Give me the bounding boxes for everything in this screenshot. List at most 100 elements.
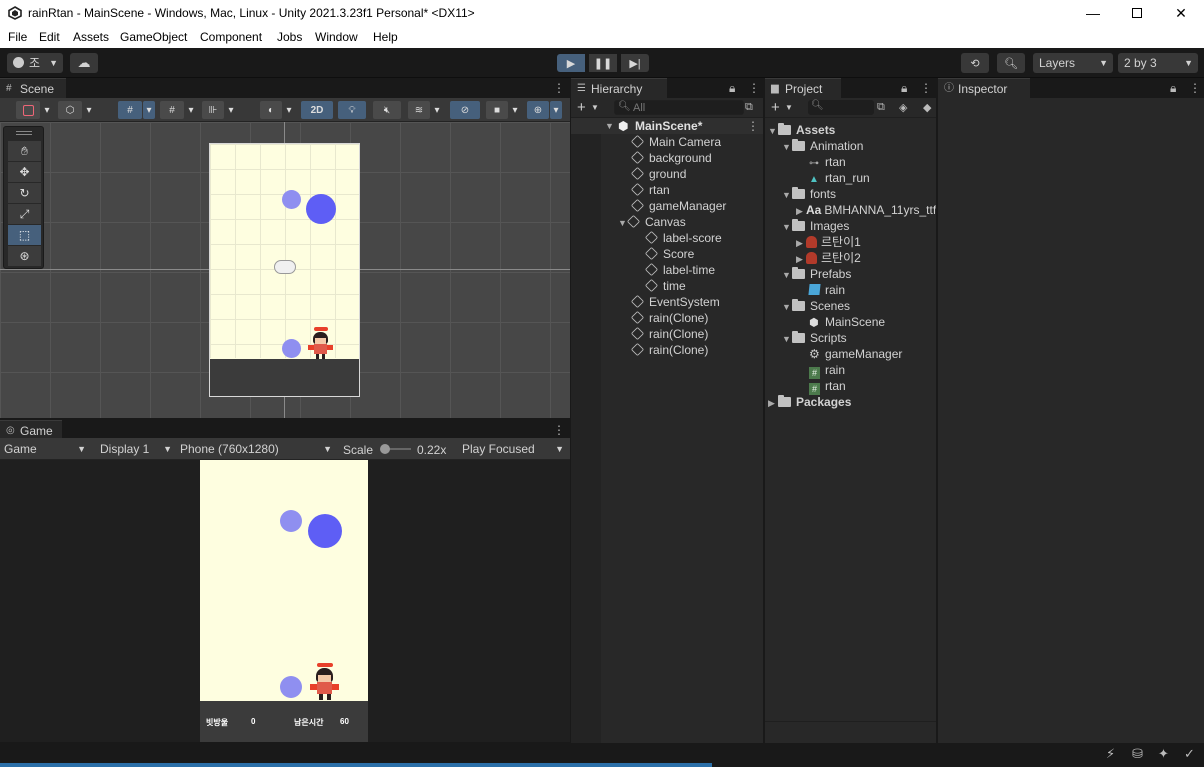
hierarchy-search[interactable]: 🔍︎ All <box>614 100 744 115</box>
project-item[interactable]: ⊶ rtan <box>809 154 846 170</box>
hierarchy-item[interactable]: rain(Clone) <box>630 310 708 326</box>
menu-file[interactable]: File <box>8 30 27 44</box>
more-options-icon[interactable]: ⋮ <box>553 423 565 437</box>
chevron-down-icon[interactable]: ▼ <box>591 103 599 112</box>
hierarchy-item-canvas[interactable]: ▼ Canvas <box>618 214 686 230</box>
hierarchy-item[interactable]: label-score <box>644 230 722 246</box>
menu-assets[interactable]: Assets <box>73 30 109 44</box>
search-button[interactable]: 🔍︎ <box>997 53 1025 73</box>
search-by-type-icon[interactable]: ⧉ <box>877 101 885 114</box>
account-dropdown[interactable]: 조 ▼ <box>7 53 63 73</box>
project-item[interactable]: ⬢ MainScene <box>809 314 885 330</box>
tab-project[interactable]: ▆ Project <box>765 78 841 98</box>
rotate-tool-icon[interactable]: ↻ <box>8 183 41 203</box>
project-item[interactable]: # rain <box>809 362 845 379</box>
tab-game[interactable]: ◎ Game <box>0 420 62 440</box>
hand-tool-icon[interactable]: ✋︎ <box>8 141 41 161</box>
scene-search-icon[interactable]: ⧉ <box>745 101 753 114</box>
menu-edit[interactable]: Edit <box>39 30 60 44</box>
favorite-icon[interactable]: ◆ <box>923 101 931 114</box>
play-mode-select[interactable]: Play Focused ▼ <box>458 441 566 457</box>
tab-hierarchy[interactable]: ☰ Hierarchy <box>571 78 667 98</box>
debug-icon[interactable]: ⚡︎ <box>1106 746 1115 762</box>
project-folder-animation[interactable]: ▼ Animation <box>782 138 863 154</box>
hierarchy-item[interactable]: background <box>630 150 712 166</box>
rect-tool-icon[interactable]: ⬚ <box>8 225 41 245</box>
pause-button[interactable]: ❚❚ <box>589 54 617 72</box>
menu-component[interactable]: Component <box>200 30 262 44</box>
hierarchy-scene-row[interactable]: ▼ ⬢ MainScene* ⋮ <box>571 118 763 134</box>
lock-icon[interactable]: 🔒︎ <box>729 81 735 96</box>
lock-icon[interactable]: 🔒︎ <box>1170 81 1176 96</box>
effects-button[interactable]: ≋ <box>408 101 430 119</box>
cloud-button[interactable]: ☁ <box>70 53 98 73</box>
mode-2d-button[interactable]: 2D <box>301 101 333 119</box>
rain-drop-bottom[interactable] <box>282 339 301 358</box>
close-button[interactable]: ✕ <box>1158 0 1204 26</box>
project-search[interactable]: 🔍︎ <box>808 100 874 115</box>
more-options-icon[interactable]: ⋮ <box>1189 81 1201 95</box>
tab-scene[interactable]: # Scene <box>0 78 66 98</box>
hierarchy-item[interactable]: rain(Clone) <box>630 326 708 342</box>
project-item[interactable]: ▲ rtan_run <box>809 170 870 186</box>
add-icon[interactable]: + <box>771 99 780 116</box>
menu-gameobject[interactable]: GameObject <box>120 30 187 44</box>
project-folder-fonts[interactable]: ▼ fonts <box>782 186 836 202</box>
hierarchy-item[interactable]: Main Camera <box>630 134 721 150</box>
maximize-button[interactable] <box>1114 0 1160 26</box>
camera-button[interactable]: ■ <box>486 101 508 119</box>
lock-icon[interactable]: 🔒︎ <box>901 81 907 96</box>
project-folder-scripts[interactable]: ▼ Scripts <box>782 330 847 346</box>
menu-window[interactable]: Window <box>315 30 358 44</box>
search-by-label-icon[interactable]: ◈ <box>899 101 907 114</box>
layout-dropdown[interactable]: 2 by 3 ▼ <box>1118 53 1198 73</box>
project-folder-assets[interactable]: ▼ Assets <box>768 122 835 138</box>
project-folder-scenes[interactable]: ▼ Scenes <box>782 298 850 314</box>
project-item[interactable]: # rtan <box>809 378 846 395</box>
game-view-select[interactable]: Game ▼ <box>4 441 90 457</box>
menu-help[interactable]: Help <box>373 30 398 44</box>
rain-drop-small[interactable] <box>282 190 301 209</box>
cache-server-icon[interactable]: ⛁ <box>1132 746 1143 762</box>
rtan-character[interactable] <box>308 327 334 359</box>
minimize-button[interactable]: — <box>1070 0 1116 26</box>
add-icon[interactable]: + <box>577 99 586 116</box>
hierarchy-item[interactable]: ground <box>630 166 686 182</box>
more-options-icon[interactable]: ⋮ <box>920 81 932 95</box>
hierarchy-item[interactable]: label-time <box>644 262 715 278</box>
hierarchy-item[interactable]: gameManager <box>630 198 726 214</box>
chevron-down-icon[interactable]: ▾ <box>283 101 295 119</box>
hierarchy-item[interactable]: Score <box>644 246 694 262</box>
hierarchy-item[interactable]: EventSystem <box>630 294 720 310</box>
ruler-button[interactable]: ⊪ <box>202 101 224 119</box>
chevron-down-icon[interactable]: ▾ <box>431 101 443 119</box>
project-folder-images[interactable]: ▼ Images <box>782 218 849 234</box>
project-folder-prefabs[interactable]: ▼ Prefabs <box>782 266 851 282</box>
audio-button[interactable]: 🔇︎ <box>373 101 401 119</box>
project-item[interactable]: rain <box>808 282 845 298</box>
hierarchy-item[interactable]: rtan <box>630 182 670 198</box>
menu-jobs[interactable]: Jobs <box>277 30 302 44</box>
gizmos-button[interactable]: ⊕ <box>527 101 549 119</box>
chevron-down-icon[interactable]: ▾ <box>83 101 95 119</box>
step-button[interactable]: ▶| <box>621 54 649 72</box>
chevron-down-icon[interactable]: ▾ <box>41 101 53 119</box>
more-options-icon[interactable]: ⋮ <box>553 81 565 95</box>
draw-mode-button[interactable] <box>16 101 40 119</box>
scale-tool-icon[interactable]: ⤢ <box>8 204 41 224</box>
resolution-select[interactable]: Phone (760x1280) ▼ <box>180 441 332 457</box>
camera-gizmo-icon[interactable] <box>274 260 296 274</box>
play-button[interactable]: ▶ <box>557 54 585 72</box>
scene-ground[interactable] <box>210 359 359 396</box>
chevron-down-icon[interactable]: ▾ <box>185 101 197 119</box>
grid-snap-button[interactable]: # <box>118 101 142 119</box>
display-select[interactable]: Display 1 ▼ <box>100 441 172 457</box>
tab-inspector[interactable]: ⓘ Inspector <box>938 78 1030 98</box>
chevron-down-icon[interactable]: ▾ <box>550 101 562 119</box>
project-item[interactable]: ⚙ gameManager <box>809 346 902 362</box>
draw-shaded-button[interactable]: ◐ <box>260 101 282 119</box>
lighting-button[interactable]: 💡︎ <box>338 101 366 119</box>
increment-snap-button[interactable]: # <box>160 101 184 119</box>
chevron-down-icon[interactable]: ▼ <box>785 103 793 112</box>
scene-visibility-button[interactable]: ⊘ <box>450 101 480 119</box>
